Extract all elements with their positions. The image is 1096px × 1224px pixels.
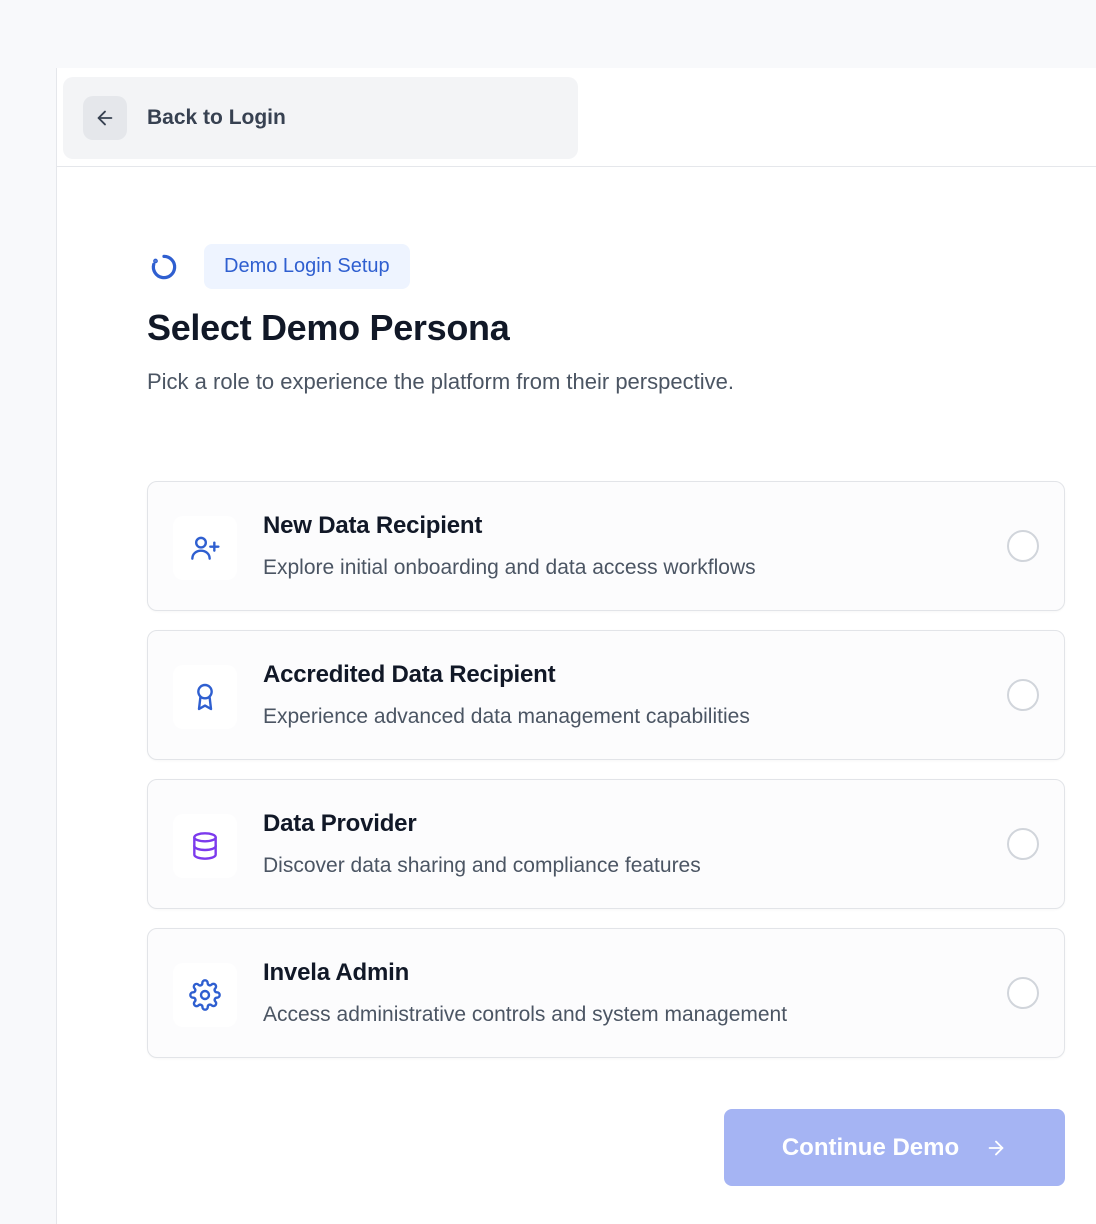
persona-description: Experience advanced data management capa… xyxy=(263,705,750,728)
persona-card-accredited-data-recipient[interactable]: Accredited Data Recipient Experience adv… xyxy=(147,630,1065,760)
continue-demo-label: Continue Demo xyxy=(781,1133,960,1161)
setup-tag-row: Demo Login Setup xyxy=(147,244,1065,289)
persona-description: Access administrative controls and syste… xyxy=(263,1003,788,1026)
persona-title: Invela Admin xyxy=(263,959,410,986)
persona-radio[interactable] xyxy=(1007,828,1039,860)
persona-radio[interactable] xyxy=(1007,530,1039,562)
persona-card-new-data-recipient[interactable]: New Data Recipient Explore initial onboa… xyxy=(147,481,1065,611)
persona-card-invela-admin[interactable]: Invela Admin Access administrative contr… xyxy=(147,928,1065,1058)
database-icon xyxy=(173,814,237,878)
award-icon xyxy=(173,665,237,729)
persona-description: Explore initial onboarding and data acce… xyxy=(263,556,756,579)
user-plus-icon xyxy=(173,516,237,580)
top-bar: Back to Login xyxy=(57,68,1096,167)
demo-setup-panel: Back to Login Demo Login Setup Select De… xyxy=(56,68,1096,1224)
persona-title: Data Provider xyxy=(263,810,417,837)
back-to-login-button[interactable]: Back to Login xyxy=(63,77,578,159)
arrow-left-icon xyxy=(83,96,127,140)
persona-card-data-provider[interactable]: Data Provider Discover data sharing and … xyxy=(147,779,1065,909)
continue-demo-button[interactable]: Continue Demo xyxy=(724,1109,1065,1186)
arrow-right-icon xyxy=(985,1137,1007,1159)
loading-spinner-icon xyxy=(147,250,181,284)
persona-list: New Data Recipient Explore initial onboa… xyxy=(147,481,1065,1077)
page-subtitle: Pick a role to experience the platform f… xyxy=(147,369,734,394)
persona-radio[interactable] xyxy=(1007,679,1039,711)
persona-title: Accredited Data Recipient xyxy=(263,661,556,688)
persona-radio[interactable] xyxy=(1007,977,1039,1009)
page-title: Select Demo Persona xyxy=(147,307,510,348)
back-to-login-label: Back to Login xyxy=(147,106,286,129)
persona-title: New Data Recipient xyxy=(263,512,483,539)
main-content: Demo Login Setup Select Demo Persona Pic… xyxy=(147,244,1065,1186)
persona-description: Discover data sharing and compliance fea… xyxy=(263,854,701,877)
gear-icon xyxy=(173,963,237,1027)
demo-login-setup-badge: Demo Login Setup xyxy=(204,244,410,289)
